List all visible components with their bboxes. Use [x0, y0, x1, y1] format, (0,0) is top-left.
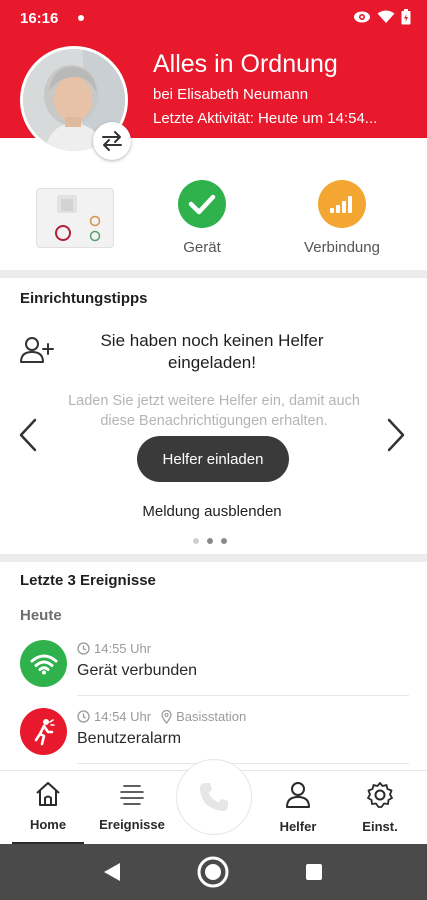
- notification-dot-icon: [78, 15, 84, 21]
- nav-home[interactable]: Home: [12, 771, 84, 845]
- clock-icon: [77, 710, 90, 723]
- status-title: Alles in Ordnung: [153, 50, 338, 78]
- back-icon[interactable]: [101, 861, 123, 883]
- location-pin-icon: [161, 709, 172, 724]
- device-status[interactable]: Gerät: [147, 180, 257, 256]
- device-image[interactable]: [36, 188, 114, 248]
- event-item[interactable]: 14:55 Uhr Gerät verbunden: [0, 630, 427, 698]
- chevron-right-icon[interactable]: [386, 418, 406, 452]
- gear-icon: [367, 782, 393, 808]
- event-meta: 14:54 Uhr Basisstation: [77, 709, 246, 724]
- events-title: Letzte 3 Ereignisse: [20, 572, 156, 589]
- check-icon: [188, 194, 216, 215]
- battery-icon: [401, 9, 411, 25]
- clock-icon: [77, 642, 90, 655]
- hide-message-link[interactable]: Meldung ausblenden: [84, 503, 340, 520]
- event-divider: [77, 763, 409, 764]
- invite-helper-button[interactable]: Helfer einladen: [137, 436, 289, 482]
- tips-title: Einrichtungstipps: [20, 290, 148, 307]
- status-time: 16:16: [20, 10, 59, 27]
- nav-events-label: Ereignisse: [99, 817, 165, 832]
- status-icons: [353, 9, 411, 25]
- section-divider: [0, 554, 427, 562]
- event-time: 14:55 Uhr: [94, 641, 152, 656]
- event-item[interactable]: 14:54 Uhr Basisstation Benutzeralarm: [0, 698, 427, 766]
- nav-settings-label: Einst.: [362, 819, 398, 834]
- home-circle-icon[interactable]: [196, 855, 230, 889]
- carousel-dots: [193, 538, 227, 544]
- event-meta: 14:55 Uhr: [77, 641, 151, 656]
- tip-heading: Sie haben noch keinen Helfer eingeladen!: [100, 331, 324, 372]
- section-divider: [0, 270, 427, 278]
- swap-arrows-icon: [102, 131, 122, 151]
- switch-user-button[interactable]: [93, 122, 131, 160]
- signal-bars-icon: [330, 196, 352, 213]
- list-icon: [120, 785, 144, 805]
- event-title: Gerät verbunden: [77, 662, 198, 679]
- event-location: Basisstation: [176, 709, 247, 724]
- status-bar: 16:16: [0, 0, 427, 38]
- call-button[interactable]: [176, 759, 252, 835]
- connection-status-label: Verbindung: [304, 239, 380, 256]
- nav-helpers-label: Helfer: [279, 819, 317, 834]
- recents-icon[interactable]: [304, 862, 324, 882]
- event-title: Benutzeralarm: [77, 730, 182, 747]
- user-name-line: bei Elisabeth Neumann: [153, 86, 309, 103]
- carousel-dot[interactable]: [221, 538, 227, 544]
- day-label: Heute: [20, 607, 62, 624]
- home-icon: [36, 782, 60, 806]
- device-status-circle: [178, 180, 226, 228]
- connection-status-circle: [318, 180, 366, 228]
- event-icon-circle: [20, 640, 67, 687]
- person-alarm-icon: [34, 718, 55, 745]
- last-activity-line: Letzte Aktivität: Heute um 14:54...: [153, 110, 378, 127]
- wifi-icon: [30, 654, 57, 674]
- person-icon: [286, 782, 310, 808]
- add-person-icon: [20, 337, 54, 363]
- tip-body: Laden Sie jetzt weitere Helfer ein, dami…: [68, 393, 360, 429]
- nav-events[interactable]: Ereignisse: [92, 771, 172, 845]
- event-time: 14:54 Uhr: [94, 709, 152, 724]
- system-navigation-bar: [0, 844, 427, 900]
- event-divider: [77, 695, 409, 696]
- status-header: Alles in Ordnung bei Elisabeth Neumann L…: [0, 38, 427, 160]
- wifi-status-icon: [377, 10, 395, 23]
- event-icon-circle: [20, 708, 67, 755]
- eye-icon: [354, 11, 370, 23]
- connection-status[interactable]: Verbindung: [287, 180, 397, 256]
- nav-home-label: Home: [29, 817, 67, 832]
- carousel-dot-active[interactable]: [207, 538, 213, 544]
- setup-tips-card: Einrichtungstipps Sie haben noch keinen …: [0, 278, 427, 554]
- recent-events: Letzte 3 Ereignisse Heute 14:55 Uhr Gerä…: [0, 564, 427, 770]
- nav-helpers[interactable]: Helfer: [262, 771, 334, 845]
- nav-settings[interactable]: Einst.: [344, 771, 416, 845]
- device-status-row: Gerät Verbindung: [0, 140, 427, 270]
- base-station-icon: [55, 195, 101, 242]
- phone-icon: [200, 783, 228, 811]
- device-status-label: Gerät: [183, 239, 221, 256]
- chevron-left-icon[interactable]: [18, 418, 38, 452]
- carousel-dot[interactable]: [193, 538, 199, 544]
